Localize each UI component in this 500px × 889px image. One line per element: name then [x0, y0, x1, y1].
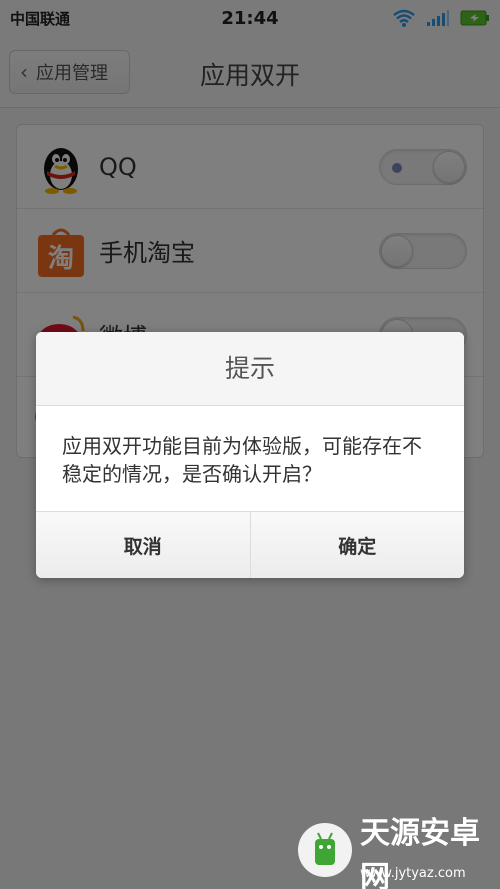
- cancel-button[interactable]: 取消: [36, 512, 251, 578]
- watermark-url: www.jytyaz.com: [360, 866, 466, 881]
- watermark-logo-icon: [296, 821, 354, 883]
- dialog-buttons: 取消 确定: [36, 512, 464, 578]
- confirm-button[interactable]: 确定: [250, 512, 464, 578]
- watermark: 天源安卓网 www.jytyaz.com: [296, 816, 496, 889]
- confirm-dialog: 提示 应用双开功能目前为体验版，可能存在不稳定的情况，是否确认开启？ 取消 确定: [36, 332, 464, 578]
- dialog-message: 应用双开功能目前为体验版，可能存在不稳定的情况，是否确认开启？: [36, 406, 464, 512]
- dialog-title: 提示: [36, 332, 464, 406]
